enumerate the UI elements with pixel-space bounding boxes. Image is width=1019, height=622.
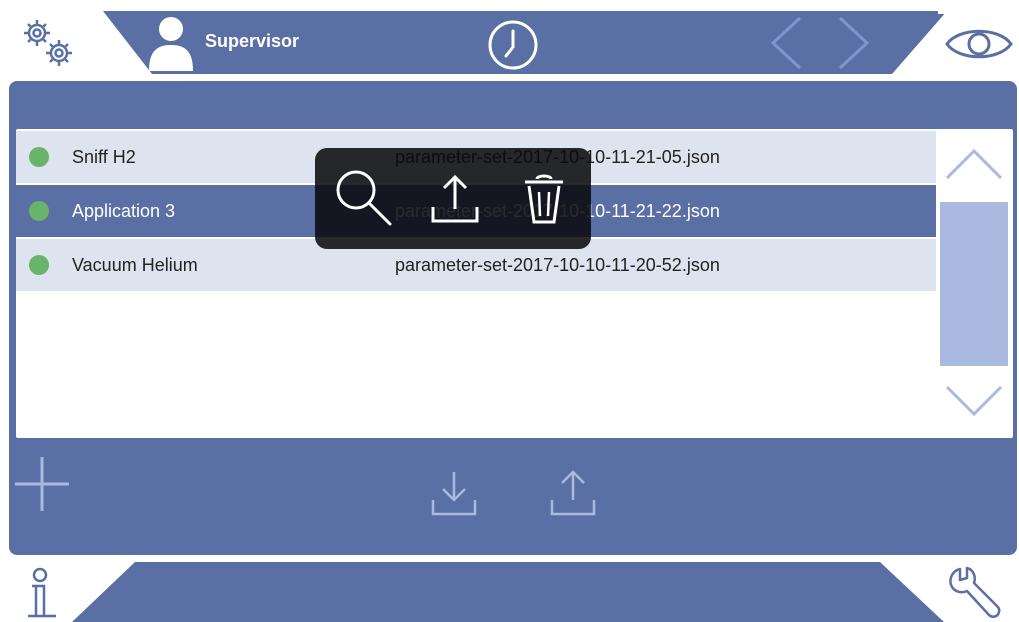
status-indicator	[29, 201, 49, 221]
user-avatar-icon[interactable]	[147, 15, 195, 71]
status-indicator	[29, 255, 49, 275]
status-indicator	[29, 147, 49, 167]
parameter-set-name: Vacuum Helium	[72, 255, 198, 275]
plus-icon[interactable]	[13, 455, 71, 513]
trash-icon[interactable]	[522, 173, 566, 225]
magnifier-icon[interactable]	[334, 168, 394, 228]
download-icon[interactable]	[430, 470, 478, 518]
parameter-set-name: Sniff H2	[72, 147, 136, 167]
user-name[interactable]: Supervisor	[205, 31, 299, 52]
info-icon[interactable]	[24, 566, 60, 620]
chevron-right-icon[interactable]	[836, 15, 872, 71]
chevron-left-icon[interactable]	[768, 15, 804, 71]
upload-icon[interactable]	[549, 468, 597, 518]
wrench-icon[interactable]	[946, 566, 1002, 620]
scrollbar-thumb[interactable]	[940, 202, 1008, 366]
clock-icon[interactable]	[487, 19, 539, 71]
eye-icon[interactable]	[944, 24, 1014, 64]
chevron-up-icon[interactable]	[944, 147, 1004, 181]
gears-icon[interactable]	[17, 13, 77, 73]
upload-icon[interactable]	[430, 173, 480, 225]
chevron-down-icon[interactable]	[944, 384, 1004, 418]
parameter-set-file: parameter-set-2017-10-10-11-20-52.json	[395, 255, 720, 275]
bottom-bar	[72, 562, 944, 622]
parameter-set-name: Application 3	[72, 201, 176, 221]
